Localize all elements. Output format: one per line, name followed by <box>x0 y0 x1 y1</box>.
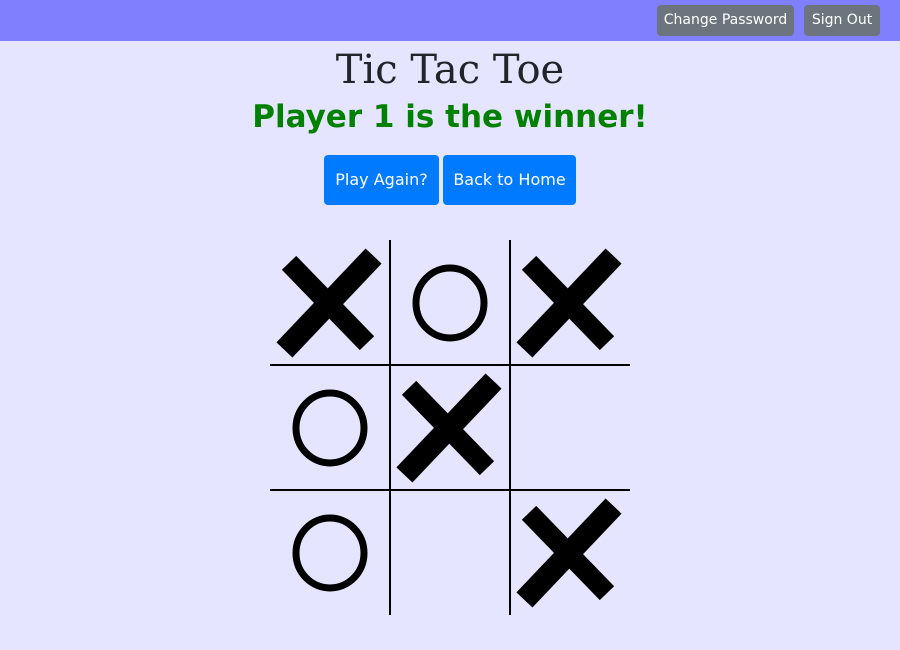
back-to-home-button[interactable]: Back to Home <box>443 155 576 205</box>
change-password-button[interactable]: Change Password <box>657 5 794 36</box>
board-cell-4[interactable] <box>270 365 390 490</box>
o-mark-icon <box>412 264 488 342</box>
board-cell-6[interactable] <box>510 365 630 490</box>
cell-mark <box>292 514 368 592</box>
board-cell-8[interactable] <box>390 490 510 615</box>
grid-line-vertical-2 <box>509 240 511 615</box>
cell-mark <box>412 264 488 342</box>
cell-mark <box>292 389 368 467</box>
sign-out-button[interactable]: Sign Out <box>804 5 880 36</box>
cell-mark <box>516 498 622 608</box>
grid-line-horizontal-2 <box>270 489 630 491</box>
cell-mark <box>516 248 622 358</box>
top-navbar: Change Password Sign Out <box>0 0 900 41</box>
board-cell-1[interactable] <box>270 240 390 365</box>
o-mark-icon <box>292 389 368 467</box>
board-cell-5[interactable] <box>390 365 510 490</box>
board-cell-7[interactable] <box>270 490 390 615</box>
grid-line-horizontal-1 <box>270 364 630 366</box>
board-cell-9[interactable] <box>510 490 630 615</box>
cell-mark <box>396 373 502 483</box>
cell-mark <box>510 365 630 490</box>
o-mark-icon <box>292 514 368 592</box>
play-again-button[interactable]: Play Again? <box>324 155 439 205</box>
cell-mark <box>390 490 510 615</box>
game-status-message: Player 1 is the winner! <box>252 99 648 135</box>
page-title: Tic Tac Toe <box>335 47 565 93</box>
cell-mark <box>276 248 382 358</box>
x-mark-icon <box>516 498 622 608</box>
x-mark-icon <box>516 248 622 358</box>
x-mark-icon <box>276 248 382 358</box>
x-mark-icon <box>396 373 502 483</box>
grid-line-vertical-1 <box>389 240 391 615</box>
board-cell-2[interactable] <box>390 240 510 365</box>
game-board <box>270 240 630 615</box>
board-cell-3[interactable] <box>510 240 630 365</box>
